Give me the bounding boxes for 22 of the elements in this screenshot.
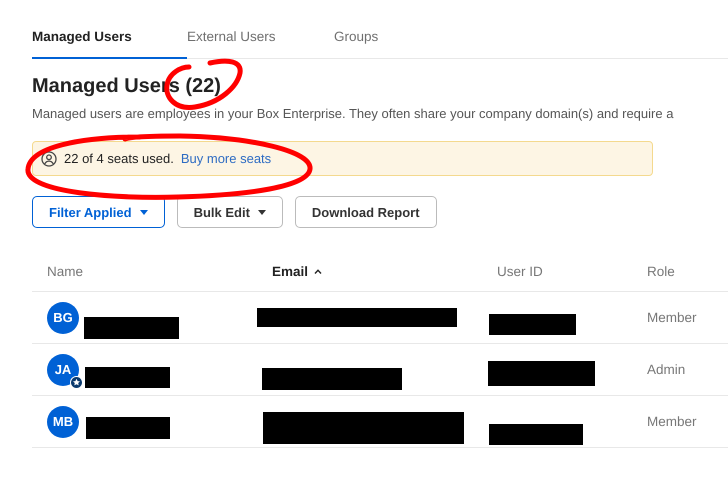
tab[interactable]: Managed Users [32,29,187,59]
column-header[interactable]: User ID [482,264,632,279]
role-cell-text: Member [646,310,698,325]
caret-icon [140,210,148,214]
description-text: Managed users are employees in your Box Enterprise. They often share your company domain(s) and require a [32,106,674,121]
buy-seats-link[interactable]: Buy more seats [180,151,272,166]
user-icon [41,150,57,166]
user-avatar: MB [47,406,79,438]
download-button[interactable]: Download Report [294,196,437,228]
role-cell-text: Member [646,414,698,429]
seats-text: 22 of 4 seats used. [64,151,174,166]
column-header[interactable]: Name [32,260,257,279]
tab[interactable]: Groups [334,29,378,59]
filter-button[interactable]: Filter Applied [32,196,165,228]
sort-up-icon [314,269,322,274]
role-cell-text: Admin [646,362,686,377]
column-header[interactable]: Email [257,260,482,279]
column-header[interactable]: Role [632,264,728,279]
tab[interactable]: External Users [187,29,334,59]
user-avatar: BG [47,302,79,334]
menu-button[interactable]: Bulk Edit [176,196,283,228]
caret-icon [258,210,266,214]
